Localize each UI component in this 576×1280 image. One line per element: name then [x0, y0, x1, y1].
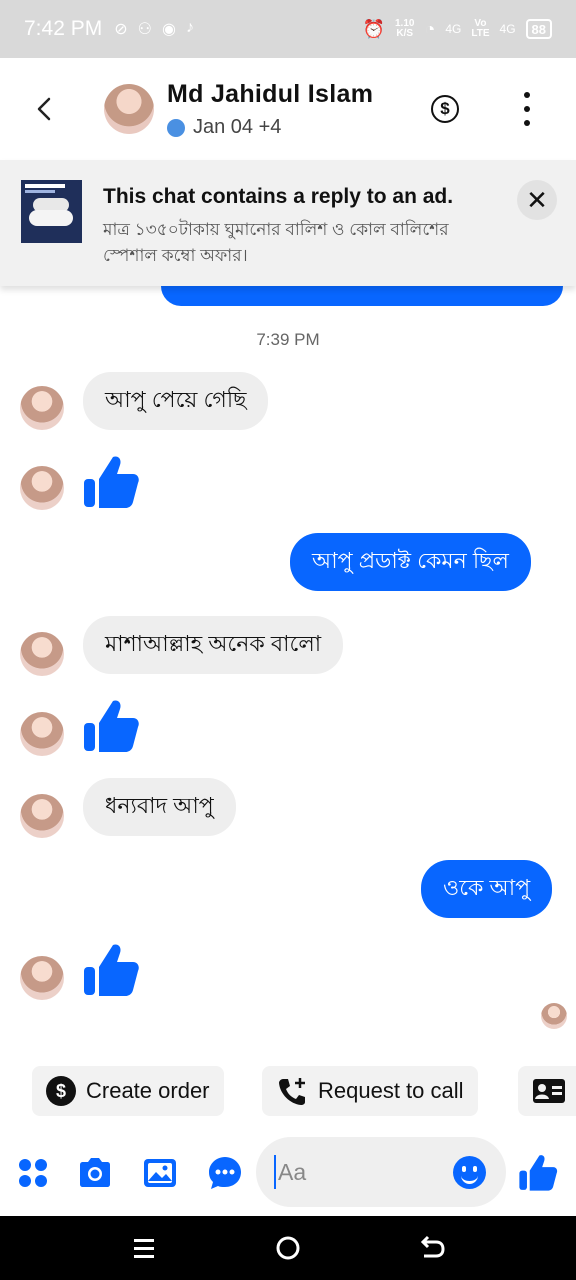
incoming-message[interactable]: মাশাআল্লাহ অনেক বালো [83, 616, 344, 674]
contact-name[interactable]: Md Jahidul Islam [167, 80, 373, 109]
app-icon: ⚇ [137, 21, 152, 38]
message-input[interactable] [274, 1155, 444, 1189]
thumbs-up-icon[interactable] [82, 940, 140, 998]
seen-receipt-avatar [541, 1003, 567, 1029]
message-input-container[interactable] [256, 1137, 506, 1207]
thumbs-up-icon[interactable] [82, 696, 140, 754]
contact-avatar[interactable] [104, 84, 154, 134]
sender-avatar[interactable] [20, 386, 64, 430]
send-like-icon[interactable] [518, 1152, 558, 1192]
apps-grid-icon[interactable] [14, 1154, 52, 1192]
label-dot-icon [167, 118, 185, 137]
more-options-icon[interactable] [520, 92, 534, 126]
wifi-icon: ◔ [424, 18, 436, 39]
create-order-label: Create order [86, 1078, 210, 1103]
back-nav-icon[interactable] [416, 1232, 448, 1264]
ad-reply-banner: This chat contains a reply to an ad. মাত… [0, 160, 576, 286]
incoming-message[interactable]: আপু পেয়ে গেছি [83, 372, 269, 430]
home-icon[interactable] [272, 1232, 304, 1264]
status-bar: 7:42 PM ⊘ ⚇ ◉ ♪ ⏰ 1.10 K/S ◔ 4G Vo LTE 4… [0, 0, 576, 58]
gallery-icon[interactable] [141, 1154, 179, 1192]
ad-banner-title: This chat contains a reply to an ad. [103, 185, 454, 208]
message-list[interactable]: 7:39 PM আপু পেয়ে গেছি আপু প্রডাক্ট কেমন… [0, 266, 576, 1046]
sender-avatar[interactable] [20, 956, 64, 1000]
tiktok-icon: ♪ [185, 19, 194, 36]
request-call-label: Request to call [318, 1078, 464, 1103]
quick-actions-bar: $ Create order Request to call [0, 1062, 576, 1120]
net-speed: 1.10 K/S [395, 18, 415, 39]
status-time: 7:42 PM [24, 17, 103, 40]
sender-avatar[interactable] [20, 632, 64, 676]
messenger-chat-screen: { "status_bar": { "time": "7:42 PM", "ne… [0, 0, 576, 1280]
request-call-button[interactable]: Request to call [262, 1066, 478, 1116]
notification-icons: ⊘ ⚇ ◉ ♪ [114, 19, 194, 39]
signal-4g-1: 4G [445, 22, 462, 36]
ad-thumbnail[interactable] [21, 180, 82, 243]
create-order-button[interactable]: $ Create order [32, 1066, 224, 1116]
outgoing-message[interactable]: আপু প্রডাক্ট কেমন ছিল [290, 533, 531, 591]
contact-subtitle: Jan 04 +4 [167, 116, 281, 139]
outgoing-message[interactable]: ওকে আপু [421, 860, 553, 918]
status-right: ⏰ 1.10 K/S ◔ 4G Vo LTE 4G 88 [363, 19, 552, 40]
thumbs-up-icon[interactable] [82, 452, 140, 510]
recents-menu-icon[interactable] [128, 1232, 160, 1264]
battery-indicator: 88 [525, 19, 552, 39]
chat-header: Md Jahidul Islam Jan 04 +4 $ [0, 58, 576, 160]
ad-banner-subtitle: মাত্র ১৩৫০টাকায় ঘুমানোর বালিশ ও কোল বাল… [103, 220, 449, 265]
close-banner-button[interactable]: ✕ [517, 180, 557, 220]
app2-icon: ◉ [161, 21, 176, 38]
sender-avatar[interactable] [20, 712, 64, 756]
contact-card-button[interactable] [518, 1066, 576, 1116]
volte-indicator: Vo LTE [471, 18, 490, 39]
sender-avatar[interactable] [20, 794, 64, 838]
contact-subtitle-text: Jan 04 +4 [193, 116, 282, 138]
contact-card-icon [532, 1078, 566, 1104]
camera-icon[interactable] [76, 1154, 114, 1192]
message-timestamp: 7:39 PM [256, 330, 320, 349]
sender-avatar[interactable] [20, 466, 64, 510]
signal-4g-2: 4G [499, 22, 516, 36]
phone-add-icon [276, 1075, 308, 1107]
message-composer [0, 1130, 576, 1216]
chat-bubble-icon[interactable] [206, 1154, 244, 1192]
payment-dollar-icon[interactable]: $ [431, 95, 459, 123]
alarm-icon: ⏰ [362, 18, 385, 39]
back-arrow-icon[interactable] [30, 94, 60, 124]
emoji-icon[interactable] [453, 1156, 486, 1189]
dollar-icon: $ [46, 1076, 76, 1106]
system-navigation-bar [0, 1216, 576, 1280]
incoming-message[interactable]: ধন্যবাদ আপু [83, 778, 236, 836]
media-icon: ⊘ [114, 21, 128, 38]
